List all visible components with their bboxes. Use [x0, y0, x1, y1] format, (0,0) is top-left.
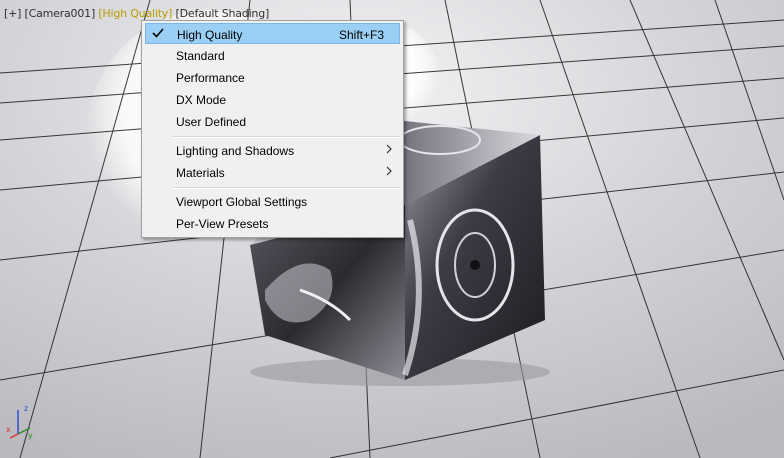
menu-item-label: User Defined: [176, 115, 247, 129]
quality-dropdown-menu: High Quality Shift+F3 Standard Performan…: [141, 20, 404, 238]
menu-item-label: Performance: [176, 71, 245, 85]
menu-item-high-quality[interactable]: High Quality Shift+F3: [145, 23, 400, 44]
menu-item-label: Per-View Presets: [176, 217, 269, 231]
axis-y-label: y: [28, 431, 33, 440]
chevron-right-icon: [386, 166, 392, 176]
viewport-quality-menu[interactable]: [High Quality]: [98, 7, 172, 20]
axis-x-label: x: [6, 425, 11, 434]
menu-item-label: DX Mode: [176, 93, 227, 107]
menu-item-per-view-presets[interactable]: Per-View Presets: [145, 213, 400, 234]
menu-item-user-defined[interactable]: User Defined: [145, 111, 400, 132]
menu-item-label: Materials: [176, 166, 225, 180]
viewport-plus-menu[interactable]: [+]: [4, 7, 21, 20]
menu-item-dx-mode[interactable]: DX Mode: [145, 89, 400, 110]
menu-item-label: Viewport Global Settings: [176, 195, 308, 209]
menu-item-materials[interactable]: Materials: [145, 162, 400, 183]
menu-item-viewport-global-settings[interactable]: Viewport Global Settings: [145, 191, 400, 212]
menu-item-lighting-and-shadows[interactable]: Lighting and Shadows: [145, 140, 400, 161]
menu-item-shortcut: Shift+F3: [339, 28, 385, 42]
viewport-label-bar: [+] [Camera001] [High Quality] [Default …: [4, 7, 269, 20]
menu-item-performance[interactable]: Performance: [145, 67, 400, 88]
menu-item-label: Lighting and Shadows: [176, 144, 295, 158]
axis-z-label: z: [24, 404, 28, 413]
menu-item-standard[interactable]: Standard: [145, 45, 400, 66]
menu-separator: [173, 136, 400, 138]
chevron-right-icon: [386, 144, 392, 154]
viewport-shading-menu[interactable]: [Default Shading]: [176, 7, 270, 20]
menu-separator: [173, 187, 400, 189]
check-icon: [152, 28, 164, 38]
viewport-camera-menu[interactable]: [Camera001]: [25, 7, 96, 20]
menu-item-label: High Quality: [177, 28, 243, 42]
menu-item-label: Standard: [176, 49, 225, 63]
